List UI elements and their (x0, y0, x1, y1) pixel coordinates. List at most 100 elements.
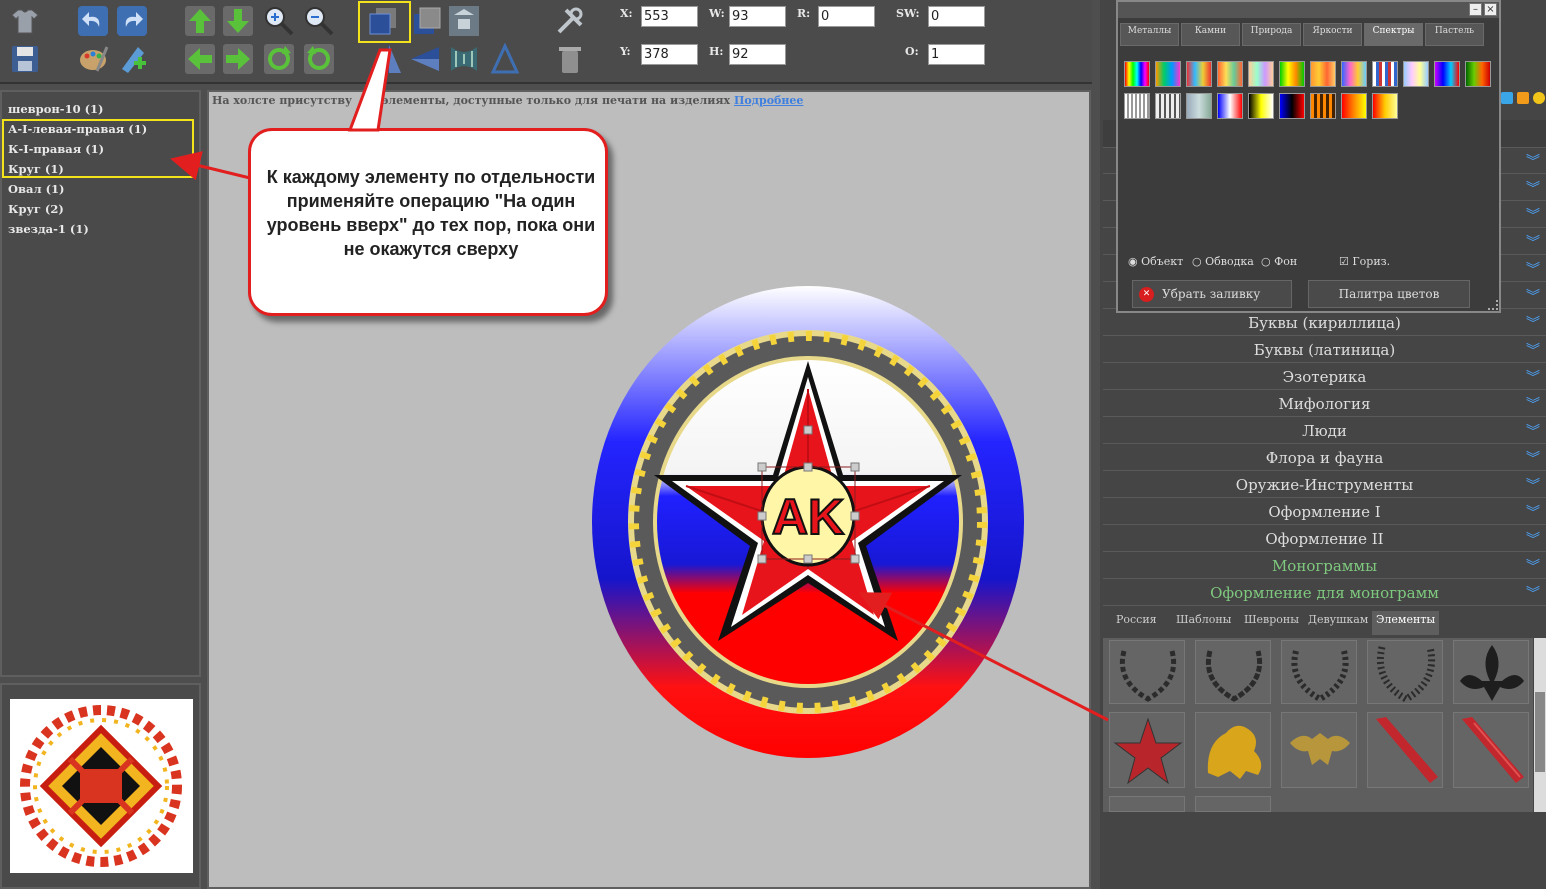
tshirt-icon[interactable] (8, 4, 42, 38)
radio-background[interactable]: ○ Фон (1261, 255, 1297, 268)
tab-elements[interactable]: Элементы (1372, 611, 1440, 635)
zoom-out-icon[interactable] (302, 4, 336, 38)
warp-icon[interactable] (447, 42, 481, 76)
gradient-swatch[interactable] (1372, 93, 1398, 119)
double-eagle-icon[interactable] (1281, 712, 1357, 788)
layer-item[interactable]: шеврон-10 (1) (8, 102, 103, 116)
rotate-ccw-icon[interactable] (302, 42, 336, 76)
ribbon-icon[interactable] (1109, 796, 1185, 812)
rotate-cw-icon[interactable] (262, 42, 296, 76)
layer-down-icon[interactable] (410, 4, 444, 38)
undo-icon[interactable] (76, 4, 110, 38)
resize-handle[interactable] (757, 511, 767, 521)
remove-fill-button[interactable]: ✕ Убрать заливку (1132, 280, 1292, 308)
minimize-icon[interactable]: – (1469, 3, 1482, 16)
category-flora-fauna[interactable]: Флора и фауна ︾ (1103, 445, 1546, 471)
category-people[interactable]: Люди ︾ (1103, 418, 1546, 444)
layer-item[interactable]: Овал (1) (8, 182, 64, 196)
delete-icon[interactable] (553, 42, 587, 76)
share-icon[interactable] (1501, 92, 1513, 104)
x-input[interactable]: 553 (641, 6, 698, 27)
gradient-swatch[interactable] (1372, 61, 1398, 87)
gradient-swatch[interactable] (1124, 93, 1150, 119)
layer-item[interactable]: Круг (2) (8, 202, 64, 216)
gradient-swatch[interactable] (1217, 61, 1243, 87)
radio-object[interactable]: ◉ Объект (1128, 255, 1183, 268)
category-decoration-2[interactable]: Оформление II ︾ (1103, 526, 1546, 552)
tab-stones[interactable]: Камни (1181, 23, 1240, 46)
skew-icon[interactable] (488, 42, 522, 76)
redo-icon[interactable] (115, 4, 149, 38)
gradient-swatch[interactable] (1279, 61, 1305, 87)
category-weapons-tools[interactable]: Оружие-Инструменты ︾ (1103, 472, 1546, 498)
tab-russia[interactable]: Россия (1116, 611, 1157, 635)
gradient-swatch[interactable] (1155, 93, 1181, 119)
tab-pastel[interactable]: Пастель (1425, 23, 1484, 46)
gradient-swatch[interactable] (1124, 61, 1150, 87)
move-right-icon[interactable] (221, 42, 255, 76)
gradient-swatch[interactable] (1248, 61, 1274, 87)
w-input[interactable]: 93 (729, 6, 786, 27)
h-input[interactable]: 92 (729, 44, 786, 65)
mail-icon[interactable] (1533, 92, 1545, 104)
gradient-swatch[interactable] (1403, 61, 1429, 87)
red-star-icon[interactable] (1109, 712, 1185, 788)
category-mythology[interactable]: Мифология ︾ (1103, 391, 1546, 417)
category-monograms[interactable]: Монограммы ︾ (1103, 553, 1546, 579)
gradient-swatch[interactable] (1465, 61, 1491, 87)
category-esoteric[interactable]: Эзотерика ︾ (1103, 364, 1546, 390)
rotate-handle[interactable] (803, 425, 813, 435)
move-down-icon[interactable] (221, 4, 255, 38)
resize-grip-icon[interactable] (1488, 300, 1498, 310)
gradient-swatch[interactable] (1217, 93, 1243, 119)
resize-handle[interactable] (757, 554, 767, 564)
gradient-swatch[interactable] (1155, 61, 1181, 87)
move-up-icon[interactable] (183, 4, 217, 38)
gradient-swatch[interactable] (1341, 93, 1367, 119)
resize-handle[interactable] (803, 554, 813, 564)
odnoklassniki-icon[interactable] (1517, 92, 1529, 104)
zoom-in-icon[interactable] (262, 4, 296, 38)
add-image-icon[interactable] (115, 42, 149, 76)
gradient-swatch[interactable] (1341, 61, 1367, 87)
sw-input[interactable]: 0 (928, 6, 985, 27)
wreath-icon[interactable] (1195, 640, 1271, 704)
tab-metals[interactable]: Металлы (1120, 23, 1179, 46)
scrollbar-thumb[interactable] (1535, 692, 1545, 772)
lion-icon[interactable] (1195, 712, 1271, 788)
category-letters-cyr[interactable]: Буквы (кириллица) ︾ (1103, 310, 1546, 336)
gradient-swatch[interactable] (1186, 61, 1212, 87)
resize-handle[interactable] (850, 511, 860, 521)
ribbon-icon[interactable] (1453, 712, 1529, 788)
gradient-swatch[interactable] (1279, 93, 1305, 119)
tab-templates[interactable]: Шаблоны (1176, 611, 1231, 635)
horizontal-checkbox[interactable]: ☑ Гориз. (1339, 255, 1390, 268)
ribbon-icon[interactable] (1367, 712, 1443, 788)
gradient-swatch[interactable] (1310, 93, 1336, 119)
resize-handle[interactable] (850, 554, 860, 564)
palette-icon[interactable] (76, 42, 110, 76)
gradient-swatch[interactable] (1186, 93, 1212, 119)
wreath-icon[interactable] (1281, 640, 1357, 704)
tab-for-girls[interactable]: Девушкам (1308, 611, 1368, 635)
gallery-scrollbar[interactable] (1534, 638, 1546, 812)
wreath-icon[interactable] (1109, 640, 1185, 704)
resize-handle[interactable] (803, 462, 813, 472)
gradient-swatch[interactable] (1310, 61, 1336, 87)
design-emblem[interactable]: AK (590, 285, 1026, 759)
tab-nature[interactable]: Природа (1242, 23, 1301, 46)
category-decoration-1[interactable]: Оформление I ︾ (1103, 499, 1546, 525)
flip-h-icon[interactable] (408, 42, 442, 76)
palette-titlebar[interactable] (1118, 2, 1499, 18)
tools-icon[interactable] (553, 4, 587, 38)
y-input[interactable]: 378 (641, 44, 698, 65)
gradient-swatch[interactable] (1248, 93, 1274, 119)
gradient-swatch[interactable] (1434, 61, 1460, 87)
fleur-de-lis-icon[interactable] (1453, 640, 1529, 704)
move-left-icon[interactable] (183, 42, 217, 76)
details-link[interactable]: Подробнее (734, 94, 803, 107)
radio-stroke[interactable]: ○ Обводка (1192, 255, 1254, 268)
category-monogram-decoration[interactable]: Оформление для монограмм ︾ (1103, 580, 1546, 606)
resize-handle[interactable] (757, 462, 767, 472)
category-letters-lat[interactable]: Буквы (латиница) ︾ (1103, 337, 1546, 363)
